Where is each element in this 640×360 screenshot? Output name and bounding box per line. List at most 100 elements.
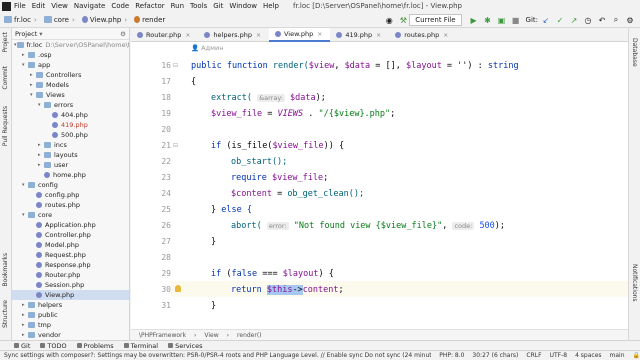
tool-notifications[interactable]: Notifications	[631, 264, 638, 302]
tool-pull-requests[interactable]: Pull Requests	[2, 106, 9, 146]
tree-file[interactable]: Session.php	[12, 280, 129, 290]
editor-breadcrumb-item[interactable]: View	[204, 332, 218, 339]
folder-icon	[28, 322, 35, 328]
history-icon[interactable]: ◷	[582, 14, 594, 26]
tree-folder[interactable]: ▸ incs	[12, 140, 129, 150]
close-icon[interactable]: ×	[317, 31, 322, 38]
tab-router[interactable]: Router.php ×	[131, 28, 198, 42]
lightbulb-icon[interactable]	[175, 285, 181, 292]
tab-view[interactable]: View.php ×	[269, 28, 331, 42]
tab-helpers[interactable]: helpers.php ×	[198, 28, 269, 42]
tree-file[interactable]: Model.php	[12, 240, 129, 250]
menu-tools[interactable]: Tools	[190, 2, 207, 10]
menu-file[interactable]: File	[14, 2, 26, 10]
tool-git[interactable]: Git	[14, 342, 30, 350]
tool-database[interactable]: Database	[631, 38, 638, 67]
file-encoding[interactable]: UTF-8	[550, 352, 568, 359]
menu-code[interactable]: Code	[111, 2, 129, 10]
hammer-icon[interactable]: ⚒	[397, 14, 409, 26]
run-configuration-select[interactable]: Current File	[409, 14, 462, 26]
git-commit-icon[interactable]: ✓	[554, 14, 566, 26]
lock-icon[interactable]: 🔒	[633, 352, 640, 359]
close-icon[interactable]: ×	[256, 32, 261, 39]
tree-folder[interactable]: ▸ tmp	[12, 320, 129, 330]
tree-folder[interactable]: ▸ helpers	[12, 300, 129, 310]
menu-window[interactable]: Window	[229, 2, 257, 10]
tree-file[interactable]: Response.php	[12, 260, 129, 270]
tree-folder[interactable]: ▸ public	[12, 310, 129, 320]
tree-folder[interactable]: ▾ Views	[12, 90, 129, 100]
tree-folder[interactable]: ▸ .osp	[12, 50, 129, 60]
search-icon[interactable]: ⌕	[610, 14, 622, 26]
tree-folder[interactable]: ▾ app	[12, 60, 129, 70]
project-panel-title[interactable]: Project	[15, 30, 37, 38]
git-branch[interactable]: main	[610, 352, 625, 359]
php-level[interactable]: PHP: 8.0	[439, 352, 464, 359]
tool-todo[interactable]: TODO	[40, 342, 67, 350]
caret-position[interactable]: 30:27 (6 chars)	[472, 352, 518, 359]
close-icon[interactable]: ×	[443, 32, 448, 39]
rollback-icon[interactable]: ↶	[596, 14, 608, 26]
chevron-down-icon[interactable]: ▾	[39, 30, 42, 38]
line-separator[interactable]: CRLF	[526, 352, 541, 359]
menu-run[interactable]: Run	[171, 2, 184, 10]
menu-view[interactable]: View	[51, 2, 68, 10]
fold-icon[interactable]: ⊟	[173, 142, 178, 149]
menu-refactor[interactable]: Refactor	[135, 2, 164, 10]
tree-file[interactable]: Request.php	[12, 250, 129, 260]
code-editor[interactable]: 👤 Админ 16 17 18 19 20 21 22 23 24 25 26 27 28 29 30 31…	[131, 42, 628, 329]
tab-routes[interactable]: routes.php ×	[389, 28, 456, 42]
menu-help[interactable]: Help	[263, 2, 279, 10]
tree-file[interactable]: Router.php	[12, 270, 129, 280]
settings-icon[interactable]: ⚙	[624, 14, 636, 26]
tool-terminal[interactable]: Terminal	[123, 342, 158, 350]
debug-icon[interactable]: ✱	[482, 14, 494, 26]
tree-file[interactable]: 500.php	[12, 130, 129, 140]
breadcrumb-file[interactable]: View.php ›	[81, 16, 130, 24]
tree-file[interactable]: 419.php	[12, 120, 129, 130]
tree-folder[interactable]: ▸ layouts	[12, 150, 129, 160]
fold-icon[interactable]: ⊟	[173, 62, 178, 69]
breadcrumb-core[interactable]: core ›	[43, 16, 78, 24]
tree-file[interactable]: home.php	[12, 170, 129, 180]
tree-folder[interactable]: ▾ config	[12, 180, 129, 190]
close-icon[interactable]: ×	[376, 32, 381, 39]
breadcrumb-method[interactable]: render	[134, 16, 165, 24]
tree-folder[interactable]: ▾fr.locD:\Server\OSPanel\home\fr.loc	[12, 40, 129, 50]
tree-file[interactable]: routes.php	[12, 200, 129, 210]
profile-icon[interactable]: ◉	[383, 14, 395, 26]
tree-folder[interactable]: ▸ vendor	[12, 330, 129, 340]
menu-edit[interactable]: Edit	[32, 2, 46, 10]
coverage-icon[interactable]: ▣	[496, 14, 508, 26]
gear-icon[interactable]: ⚙	[120, 30, 126, 38]
editor-breadcrumb-item[interactable]: \PHPFramework	[139, 332, 186, 339]
tree-folder[interactable]: ▸ user	[12, 160, 129, 170]
tree-folder[interactable]: ▾ core	[12, 210, 129, 220]
close-icon[interactable]: ×	[185, 32, 190, 39]
indent-setting[interactable]: 4 spaces	[575, 352, 601, 359]
tree-file[interactable]: config.php	[12, 190, 129, 200]
breadcrumb-project[interactable]: fr.loc ›	[4, 16, 40, 24]
tree-file[interactable]: 404.php	[12, 110, 129, 120]
tool-services[interactable]: Services	[168, 342, 203, 350]
tree-file[interactable]: Controller.php	[12, 230, 129, 240]
tab-419[interactable]: 419.php ×	[330, 28, 389, 42]
tool-commit[interactable]: Commit	[2, 66, 9, 90]
menu-git[interactable]: Git	[213, 2, 223, 10]
tree-file[interactable]: Application.php	[12, 220, 129, 230]
tool-project[interactable]: Project	[2, 32, 9, 53]
tool-bookmarks[interactable]: Bookmarks	[2, 253, 9, 287]
tree-folder[interactable]: ▸ Models	[12, 80, 129, 90]
stop-icon[interactable]: ■	[510, 14, 522, 26]
git-update-icon[interactable]: ↙	[540, 14, 552, 26]
tree-file[interactable]: View.php	[12, 290, 129, 300]
menu-navigate[interactable]: Navigate	[74, 2, 105, 10]
run-icon[interactable]: ▶	[468, 14, 480, 26]
editor-breadcrumb-item[interactable]: render()	[237, 332, 261, 339]
tool-structure[interactable]: Structure	[2, 300, 9, 328]
git-push-icon[interactable]: ↗	[568, 14, 580, 26]
tree-folder[interactable]: ▾ errors	[12, 100, 129, 110]
status-message[interactable]: Sync settings with composer?: Settings m…	[4, 352, 431, 359]
tool-problems[interactable]: Problems	[76, 342, 114, 350]
tree-folder[interactable]: ▸ Controllers	[12, 70, 129, 80]
